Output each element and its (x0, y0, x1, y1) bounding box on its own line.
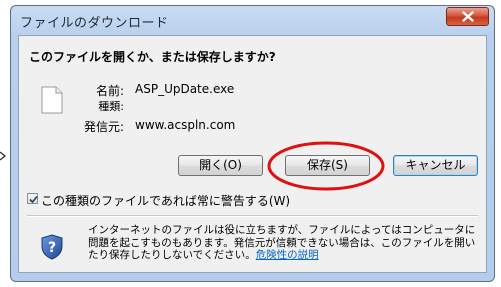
screen: ファイルのダウンロード このファイルを開くか、または保存しますか? 名前: AS… (0, 0, 501, 287)
file-type-row: 種類: (64, 98, 264, 114)
dialog-body: このファイルを開くか、または保存しますか? 名前: ASP_UpDate.exe… (18, 35, 487, 273)
checkmark-icon (29, 195, 38, 204)
file-icon (41, 86, 63, 114)
question-text: このファイルを開くか、または保存しますか? (29, 50, 276, 64)
open-button[interactable]: 開く(O) (178, 155, 263, 176)
publisher-row: 発信元: www.acspln.com (64, 118, 284, 134)
arrow-pointer-icon (0, 151, 6, 161)
save-button[interactable]: 保存(S) (285, 155, 370, 176)
risk-explanation-link[interactable]: 危険性の説明 (256, 249, 319, 261)
file-type-label: 種類: (98, 100, 124, 113)
divider (27, 215, 478, 217)
cancel-button[interactable]: キャンセル (393, 155, 478, 176)
download-dialog: ファイルのダウンロード このファイルを開くか、または保存しますか? 名前: AS… (10, 5, 495, 282)
close-button[interactable] (446, 7, 489, 26)
window-title: ファイルのダウンロード (20, 16, 169, 31)
svg-text:?: ? (48, 240, 56, 256)
file-name-row: 名前: ASP_UpDate.exe (64, 82, 264, 98)
warning-message: インターネットのファイルは役に立ちますが、ファイルによってはコンピュータに問題を… (88, 224, 483, 262)
shield-question-icon: ? (41, 234, 63, 260)
title-bar[interactable]: ファイルのダウンロード (11, 6, 494, 34)
publisher-value: www.acspln.com (135, 118, 236, 132)
file-name-value: ASP_UpDate.exe (135, 82, 235, 96)
file-name-label: 名前: (95, 84, 124, 98)
close-icon (462, 11, 474, 22)
always-warn-label: この種類のファイルであれば常に警告する(W) (41, 194, 291, 208)
publisher-label: 発信元: (83, 120, 124, 134)
always-warn-checkbox[interactable] (27, 193, 38, 204)
